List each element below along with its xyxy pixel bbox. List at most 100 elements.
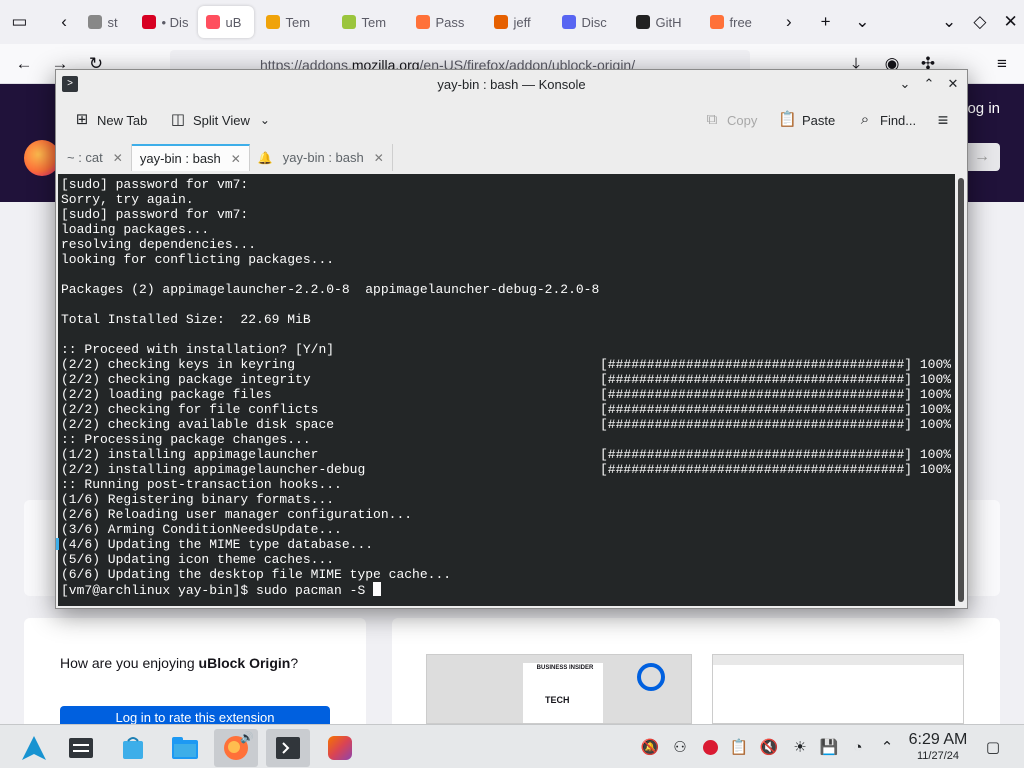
terminal-line: (2/2) checking available disk space [####…: [61, 417, 955, 432]
tab-scroll-right-icon[interactable]: ›: [776, 8, 803, 36]
progress-bar-text: [######################################]…: [600, 462, 952, 477]
terminal-line-text: [sudo] password for vm7:: [61, 207, 249, 222]
new-tab-icon[interactable]: +: [812, 8, 839, 36]
firefox-tab-label: Tem: [285, 14, 311, 30]
tab-favicon-icon: [415, 15, 430, 29]
terminal-line-text: (2/2) installing appimagelauncher-debug: [61, 462, 366, 477]
close-tab-icon[interactable]: ✕: [113, 151, 123, 165]
screenshot-thumbnail-2[interactable]: [712, 654, 964, 724]
terminal-line-text: :: Processing package changes...: [61, 432, 311, 447]
terminal-line: (2/2) checking keys in keyring [#########…: [61, 357, 955, 372]
konsole-tab[interactable]: 🔔 yay-bin : bash ✕: [250, 144, 393, 171]
firefox-taskbar-item[interactable]: 🔊: [214, 729, 258, 767]
firefox-tab[interactable]: Tem: [334, 6, 404, 38]
system-settings-taskbar-item[interactable]: [59, 729, 103, 767]
terminal-line: (1/6) Registering binary formats...: [61, 492, 955, 507]
clock[interactable]: 6:29 AM 11/27/24: [900, 731, 976, 763]
copy-button[interactable]: ⧉ Copy: [703, 108, 758, 132]
screenshot-thumbnail-1[interactable]: BUSINESS INSIDER TECH: [426, 654, 692, 724]
terminal-icon: [276, 737, 300, 759]
firefox-tab[interactable]: free: [702, 6, 772, 38]
terminal-line-text: (2/2) checking for file conflicts: [61, 402, 319, 417]
app-launcher-button[interactable]: [12, 729, 56, 767]
terminal-line-text: resolving dependencies...: [61, 237, 257, 252]
colorful-app-icon: [328, 736, 352, 760]
firefox-tab[interactable]: • Dis: [134, 6, 194, 38]
close-tab-icon[interactable]: ✕: [374, 151, 384, 165]
firefox-tab[interactable]: jeff: [486, 6, 550, 38]
tray-expand-icon[interactable]: ⌃: [878, 738, 896, 756]
brightness-icon[interactable]: ☀: [791, 738, 809, 756]
split-view-button[interactable]: ◫ Split View ⌄: [169, 108, 274, 132]
find-button[interactable]: ⌕ Find...: [856, 108, 916, 132]
terminal-output[interactable]: [sudo] password for vm7: Sorry, try again…: [58, 174, 955, 606]
terminal-line: Total Installed Size: 22.69 MiB: [61, 312, 955, 327]
back-icon[interactable]: ←: [10, 50, 38, 78]
terminal-line-text: (1/6) Registering binary formats...: [61, 492, 335, 507]
terminal-line-text: :: Running post-transaction hooks...: [61, 477, 342, 492]
terminal-line-text: (6/6) Updating the desktop file MIME typ…: [61, 567, 452, 582]
konsole-titlebar[interactable]: > yay-bin : bash — Konsole ⌄ ⌃ ✕: [56, 70, 967, 98]
record-dot: [702, 739, 718, 755]
settings-sliders-icon: [69, 738, 93, 758]
hamburger-menu-icon: ≡: [937, 110, 949, 130]
terminal-line-text: (2/2) loading package files: [61, 387, 272, 402]
thumbnail-tag: TECH: [545, 695, 570, 705]
terminal-line: (6/6) Updating the desktop file MIME typ…: [61, 567, 955, 582]
recording-icon[interactable]: [701, 738, 719, 756]
tab-scroll-left-icon[interactable]: ‹: [51, 8, 78, 36]
progress-bar-text: [######################################]…: [600, 402, 952, 417]
maximize-icon[interactable]: ◇: [967, 8, 994, 36]
prompt-line[interactable]: [vm7@archlinux yay-bin]$ sudo pacman -S: [61, 582, 955, 598]
new-tab-icon: ⊞: [75, 111, 89, 128]
minimize-icon[interactable]: ⌄: [936, 8, 963, 36]
close-tab-icon[interactable]: ✕: [231, 152, 241, 166]
terminal-scrollbar[interactable]: [958, 178, 964, 602]
konsole-tab[interactable]: ~ : cat ✕: [59, 144, 132, 171]
search-submit-icon[interactable]: →: [964, 143, 1000, 171]
dolphin-taskbar-item[interactable]: [163, 729, 207, 767]
firefox-tab[interactable]: Pass: [408, 6, 482, 38]
disks-icon[interactable]: 💾: [820, 738, 839, 756]
close-icon[interactable]: ✕: [997, 8, 1024, 36]
maximize-icon[interactable]: ⌃: [919, 74, 939, 94]
konsole-toolbar: ⊞ New Tab ◫ Split View ⌄ ⧉ Copy 📋 Paste …: [56, 98, 967, 142]
tab-overview-icon[interactable]: ▭: [6, 8, 33, 36]
firefox-tab[interactable]: Disc: [554, 6, 624, 38]
list-all-tabs-icon[interactable]: ⌄: [849, 8, 876, 36]
progress-bar-text: [######################################]…: [600, 447, 952, 462]
show-desktop-icon[interactable]: ▢: [984, 738, 1002, 756]
firefox-tab-label: • Dis: [161, 14, 189, 30]
clipboard-icon[interactable]: 📋: [730, 738, 749, 756]
terminal-line-text: [sudo] password for vm7:: [61, 177, 249, 192]
hamburger-menu-button[interactable]: ≡: [934, 108, 952, 132]
login-link[interactable]: og in: [967, 100, 1000, 117]
menu-icon[interactable]: ≡: [988, 50, 1016, 78]
terminal-line: (2/2) loading package files [############…: [61, 387, 955, 402]
kde-connect-taskbar-item[interactable]: [318, 729, 362, 767]
konsole-tab[interactable]: yay-bin : bash ✕: [131, 144, 250, 171]
firefox-tab[interactable]: GitH: [628, 6, 698, 38]
terminal-line: (2/2) checking package integrity [#######…: [61, 372, 955, 387]
volume-muted-icon[interactable]: 🔇: [760, 738, 779, 756]
konsole-taskbar-item[interactable]: [266, 729, 310, 767]
discover-taskbar-item[interactable]: [111, 729, 155, 767]
terminal-line-text: (2/2) checking package integrity: [61, 372, 311, 387]
shell-prompt: [vm7@archlinux yay-bin]$: [61, 583, 257, 598]
rating-question-suffix: ?: [290, 655, 299, 671]
audio-playing-icon: 🔊: [240, 732, 254, 744]
terminal-line: (3/6) Arming ConditionNeedsUpdate...: [61, 522, 955, 537]
new-tab-button[interactable]: ⊞ New Tab: [73, 108, 148, 132]
network-icon[interactable]: ⚇: [671, 738, 689, 756]
firefox-tab[interactable]: Tem: [258, 6, 330, 38]
close-icon[interactable]: ✕: [943, 74, 963, 94]
firefox-tab[interactable]: st: [80, 6, 130, 38]
firefox-tab[interactable]: uB: [197, 6, 254, 38]
progress-bar-text: [######################################]…: [600, 357, 952, 372]
notifications-muted-icon[interactable]: 🔕: [641, 738, 660, 756]
paste-button[interactable]: 📋 Paste: [778, 108, 835, 132]
window-title: yay-bin : bash — Konsole: [437, 76, 586, 92]
minimize-icon[interactable]: ⌄: [895, 74, 915, 94]
konsole-tab-label: yay-bin : bash: [139, 151, 221, 166]
updates-icon[interactable]: ◔: [849, 738, 867, 756]
